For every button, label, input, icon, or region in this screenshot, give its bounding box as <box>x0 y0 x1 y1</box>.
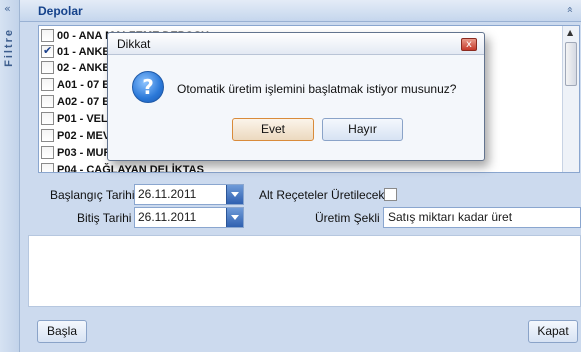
warehouse-checkbox[interactable] <box>41 146 54 159</box>
warehouse-label: P01 - VELİ <box>57 112 111 125</box>
warehouse-item[interactable]: P04 - ÇAĞLAYAN DELİKTAŞ <box>41 161 204 173</box>
list-scrollbar[interactable]: ▲ <box>562 26 579 172</box>
dialog-message: Otomatik üretim işlemini başlatmak istiy… <box>177 82 457 96</box>
warehouse-label: P04 - ÇAĞLAYAN DELİKTAŞ <box>57 163 204 173</box>
calendar-dropdown-icon[interactable] <box>226 208 243 227</box>
panel-header: Depolar » <box>20 0 581 22</box>
warehouse-item[interactable]: A02 - 07 E <box>41 93 110 110</box>
warehouse-item[interactable]: P03 - MUR <box>41 144 111 161</box>
warehouse-checkbox[interactable] <box>41 112 54 125</box>
sub-recipes-checkbox[interactable] <box>384 188 397 201</box>
warehouse-checkbox[interactable] <box>41 29 54 42</box>
start-button[interactable]: Başla <box>37 320 87 343</box>
warehouse-checkbox[interactable] <box>41 61 54 74</box>
warehouse-checkbox[interactable] <box>41 78 54 91</box>
warehouse-checkbox[interactable] <box>41 163 54 172</box>
scroll-up-icon[interactable]: ▲ <box>567 28 573 37</box>
production-type-label: Üretim Şekli <box>315 211 380 225</box>
output-memo[interactable] <box>28 235 581 307</box>
end-date-value: 26.11.2011 <box>138 210 197 224</box>
question-icon: ? <box>132 71 164 103</box>
start-date-field[interactable]: 26.11.2011 <box>134 184 244 205</box>
no-button[interactable]: Hayır <box>322 118 403 141</box>
expand-sidebar-icon[interactable]: « <box>4 2 11 15</box>
warehouse-item[interactable]: 02 - ANKE <box>41 59 110 76</box>
warehouse-checkbox[interactable] <box>41 95 54 108</box>
production-type-select[interactable]: Satış miktarı kadar üret <box>383 207 581 228</box>
end-date-label: Bitiş Tarihi <box>77 211 132 225</box>
warehouse-checkbox[interactable] <box>41 129 54 142</box>
warehouse-label: P03 - MUR <box>57 146 112 159</box>
dialog-title: Dikkat <box>117 37 151 51</box>
confirm-dialog: Dikkat x ? Otomatik üretim işlemini başl… <box>107 32 485 161</box>
warehouse-item[interactable]: A01 - 07 E <box>41 76 110 93</box>
scroll-thumb[interactable] <box>565 42 577 86</box>
calendar-dropdown-icon[interactable] <box>226 185 243 204</box>
warehouse-checkbox[interactable] <box>41 44 54 58</box>
start-date-value: 26.11.2011 <box>138 187 197 201</box>
warehouse-label: A01 - 07 E <box>57 78 110 91</box>
warehouse-label: 02 - ANKE <box>57 61 110 74</box>
warehouse-label: 01 - ANKE <box>57 45 110 58</box>
yes-button[interactable]: Evet <box>232 118 314 141</box>
filter-label: Filtre <box>3 28 15 67</box>
warehouse-item[interactable]: P02 - MEVL <box>41 127 117 144</box>
end-date-field[interactable]: 26.11.2011 <box>134 207 244 228</box>
sub-recipes-label: Alt Reçeteler Üretilecek <box>259 188 385 202</box>
dialog-titlebar[interactable]: Dikkat x <box>108 33 484 55</box>
warehouse-label: A02 - 07 E <box>57 95 110 108</box>
collapse-panel-icon[interactable]: » <box>563 6 576 13</box>
start-date-label: Başlangıç Tarihi <box>50 188 135 202</box>
warehouse-item[interactable]: 01 - ANKE <box>41 43 110 60</box>
dialog-close-icon[interactable]: x <box>461 38 477 51</box>
production-type-value: Satış miktarı kadar üret <box>388 210 513 224</box>
close-button[interactable]: Kapat <box>528 320 578 343</box>
filter-sidebar[interactable]: « Filtre <box>0 0 20 352</box>
warehouse-item[interactable]: P01 - VELİ <box>41 110 111 127</box>
panel-title: Depolar <box>38 4 83 18</box>
